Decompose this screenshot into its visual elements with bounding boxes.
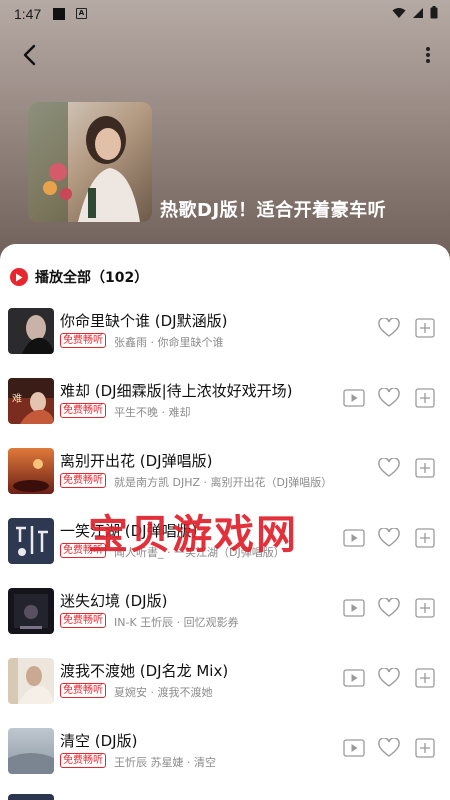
song-title: 你命里缺个谁 (DJ默涵版)	[60, 312, 228, 330]
add-box-icon	[415, 318, 435, 338]
free-badge: 免费畅听	[60, 333, 106, 348]
video-button[interactable]	[342, 525, 366, 551]
signal-icon	[413, 7, 423, 18]
song-artist: 王忻辰 苏星婕 · 清空	[114, 756, 216, 769]
status-icons	[392, 6, 438, 19]
playlist-cover[interactable]	[28, 102, 152, 222]
song-thumbnail	[8, 518, 54, 564]
song-thumbnail	[8, 728, 54, 774]
svg-text:难: 难	[12, 393, 22, 405]
video-button[interactable]	[342, 595, 366, 621]
song-thumbnail	[8, 448, 54, 494]
video-button[interactable]	[342, 735, 366, 761]
song-title: 迷失幻境 (DJ版)	[60, 592, 168, 610]
video-button[interactable]	[342, 665, 366, 691]
like-button[interactable]	[376, 525, 402, 551]
song-artist: 平生不晚 · 难却	[114, 406, 191, 419]
heart-icon	[378, 458, 400, 477]
add-button[interactable]	[413, 665, 437, 691]
like-button[interactable]	[376, 735, 402, 761]
song-title: 渡我不渡她 (DJ名龙 Mix)	[60, 662, 229, 680]
add-box-icon	[415, 388, 435, 408]
song-thumbnail	[8, 588, 54, 634]
playlist-title: 热歌DJ版！适合开着豪车听	[160, 200, 387, 221]
add-button[interactable]	[413, 385, 437, 411]
heart-icon	[378, 738, 400, 757]
video-button[interactable]	[342, 385, 366, 411]
video-play-icon	[343, 669, 365, 687]
song-artist: 就是南方凯 DJHZ · 离别开出花（DJ弹唱版）	[114, 476, 333, 489]
notification-a-icon: A	[76, 8, 87, 19]
song-row[interactable]: 清空 (DJ版) 免费畅听 王忻辰 苏星婕 · 清空	[0, 728, 450, 798]
battery-icon	[430, 6, 438, 19]
heart-icon	[378, 388, 400, 407]
more-options-button[interactable]	[416, 40, 440, 70]
free-badge: 免费畅听	[60, 613, 106, 628]
song-thumbnail: 难	[8, 378, 54, 424]
song-title: 难却 (DJ细霖版|待上浓妆好戏开场)	[60, 382, 293, 400]
add-box-icon	[415, 738, 435, 758]
play-circle-icon	[10, 268, 28, 286]
song-row[interactable]: 迷失幻境 (DJ版) 免费畅听 IN-K 王忻辰 · 回忆观影券	[0, 588, 450, 658]
add-button[interactable]	[413, 525, 437, 551]
top-bar	[0, 38, 450, 72]
next-song-thumbnail-peek	[8, 794, 54, 800]
add-button[interactable]	[413, 455, 437, 481]
add-button[interactable]	[413, 595, 437, 621]
add-box-icon	[415, 598, 435, 618]
like-button[interactable]	[376, 665, 402, 691]
heart-icon	[378, 668, 400, 687]
video-play-icon	[343, 599, 365, 617]
video-play-icon	[343, 529, 365, 547]
status-time: 1:47	[14, 6, 42, 22]
cover-image	[28, 102, 152, 222]
song-artist: IN-K 王忻辰 · 回忆观影券	[114, 616, 239, 629]
free-badge: 免费畅听	[60, 473, 106, 488]
play-all-button[interactable]: 播放全部（102）	[10, 266, 148, 288]
song-row[interactable]: 你命里缺个谁 (DJ默涵版) 免费畅听 张鑫雨 · 你命里缺个谁	[0, 308, 450, 378]
song-row[interactable]: 渡我不渡她 (DJ名龙 Mix) 免费畅听 夏婉安 · 渡我不渡她	[0, 658, 450, 728]
add-button[interactable]	[413, 735, 437, 761]
status-bar: 1:47 A	[0, 0, 450, 28]
free-badge: 免费畅听	[60, 683, 106, 698]
back-arrow-icon	[23, 44, 36, 66]
song-row[interactable]: 难 难却 (DJ细霖版|待上浓妆好戏开场) 免费畅听 平生不晚 · 难却	[0, 378, 450, 448]
play-all-label: 播放全部（102）	[35, 270, 149, 286]
like-button[interactable]	[376, 595, 402, 621]
watermark-text: 宝贝游戏网	[88, 512, 298, 558]
wifi-icon	[392, 7, 406, 18]
song-thumbnail	[8, 658, 54, 704]
video-play-icon	[343, 389, 365, 407]
like-button[interactable]	[376, 385, 402, 411]
heart-icon	[378, 528, 400, 547]
add-box-icon	[415, 668, 435, 688]
like-button[interactable]	[376, 315, 402, 341]
free-badge: 免费畅听	[60, 753, 106, 768]
song-title: 离别开出花 (DJ弹唱版)	[60, 452, 213, 470]
song-artist: 张鑫雨 · 你命里缺个谁	[114, 336, 224, 349]
video-play-icon	[343, 739, 365, 757]
song-thumbnail	[8, 308, 54, 354]
add-box-icon	[415, 458, 435, 478]
more-vertical-icon	[426, 47, 430, 63]
add-box-icon	[415, 528, 435, 548]
song-title: 清空 (DJ版)	[60, 732, 138, 750]
add-button[interactable]	[413, 315, 437, 341]
song-artist: 夏婉安 · 渡我不渡她	[114, 686, 213, 699]
like-button[interactable]	[376, 455, 402, 481]
free-badge: 免费畅听	[60, 403, 106, 418]
notification-icon	[53, 8, 65, 20]
heart-icon	[378, 318, 400, 337]
back-button[interactable]	[14, 40, 44, 70]
heart-icon	[378, 598, 400, 617]
